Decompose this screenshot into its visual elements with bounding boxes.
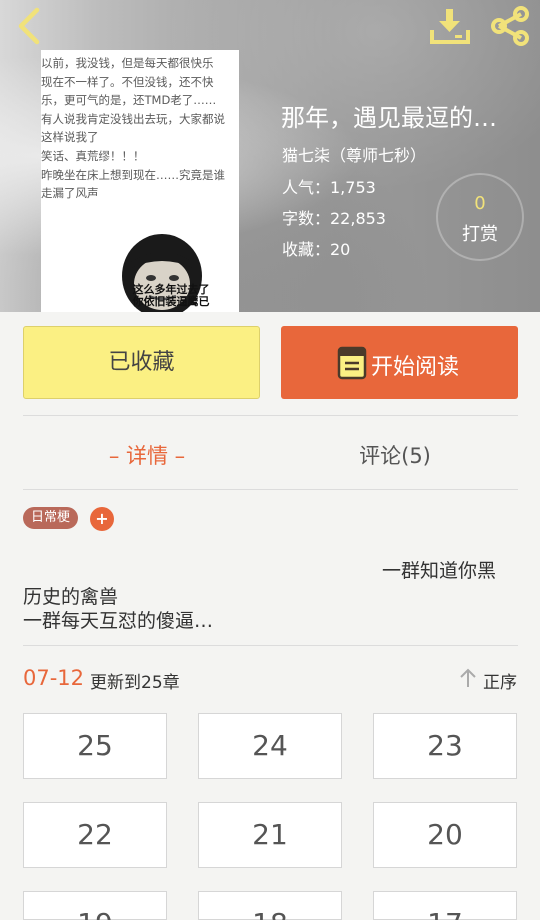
cover-line: 昨晚坐在床上想到现在……究竟是谁 [41, 167, 225, 182]
back-chevron-icon [18, 7, 40, 45]
book-header: 以前，我没钱，但是每天都很快乐 现在不一样了。不但没钱，还不快 乐，更可气的是，… [0, 0, 540, 312]
cover-line: 这样说我了 [41, 130, 99, 145]
tip-button[interactable] [436, 173, 524, 261]
book-icon [337, 346, 367, 380]
download-icon [430, 9, 470, 44]
cover-text: 以前，我没钱，但是每天都很快乐 现在不一样了。不但没钱，还不快 乐，更可气的是，… [41, 54, 239, 203]
meme-caption-line: 你依旧装逼鹰已 [132, 295, 210, 308]
tab-detail[interactable]: – 详情 – [23, 440, 271, 470]
update-status: 更新到25章 [90, 673, 180, 693]
favorites-stat: 收藏：20 [282, 240, 351, 259]
tab-comments[interactable]: 评论(5) [271, 440, 519, 470]
cover-line: 现在不一样了。不但没钱，还不快 [41, 74, 214, 89]
share-button[interactable] [488, 4, 532, 48]
start-reading-button[interactable]: 开始阅读 [281, 326, 518, 399]
favorited-button[interactable]: 已收藏 [23, 326, 260, 399]
chapter-button[interactable]: 17 [373, 891, 517, 920]
chapter-button[interactable]: 18 [198, 891, 342, 920]
popularity-stat: 人气：1,753 [282, 178, 376, 197]
description-text: 历史的禽兽 [23, 586, 119, 608]
description-text: 一群知道你黑 [382, 560, 497, 582]
share-icon [491, 6, 529, 46]
chapter-button[interactable]: 25 [23, 713, 167, 779]
update-date: 07-12 [23, 666, 85, 690]
description-text[interactable]: 一群每天互怼的傻逼… [23, 606, 213, 633]
tag-daily-meme[interactable]: 日常梗 [23, 507, 79, 529]
chapter-button[interactable]: 20 [373, 802, 517, 868]
start-reading-label: 开始阅读 [371, 355, 460, 380]
chapter-button[interactable]: 24 [198, 713, 342, 779]
tip-count: 0 [474, 193, 486, 214]
cover-line: 有人说我肯定没钱出去玩，大家都说 [41, 111, 225, 126]
word-count-stat: 字数：22,853 [282, 209, 386, 228]
divider [23, 415, 518, 416]
book-cover[interactable]: 以前，我没钱，但是每天都很快乐 现在不一样了。不但没钱，还不快 乐，更可气的是，… [41, 50, 239, 312]
tip-label: 打赏 [462, 224, 498, 245]
divider [23, 489, 518, 490]
sort-order-toggle[interactable]: 正序 [483, 668, 517, 693]
back-button[interactable] [10, 6, 50, 46]
book-author[interactable]: 猫七柒（尊师七秒） [282, 142, 426, 166]
meme-caption: 这么多年过去了 你依旧装逼鹰已 [111, 284, 231, 308]
download-button[interactable] [428, 6, 472, 46]
chapter-button[interactable]: 21 [198, 802, 342, 868]
divider [23, 645, 518, 646]
chapter-button[interactable]: 19 [23, 891, 167, 920]
add-tag-button[interactable]: + [90, 507, 114, 531]
book-title: 那年，遇见最逗的… [281, 104, 497, 132]
cover-line: 以前，我没钱，但是每天都很快乐 [41, 56, 214, 70]
chapter-button[interactable]: 22 [23, 802, 167, 868]
cover-line: 笑话、真荒缪！！！ [41, 148, 145, 163]
cover-line: 乐，更可气的是，还TMD老了…… [41, 93, 217, 108]
cover-line: 走漏了风声 [41, 186, 99, 201]
chapter-button[interactable]: 23 [373, 713, 517, 779]
arrow-up-icon[interactable] [458, 667, 478, 689]
